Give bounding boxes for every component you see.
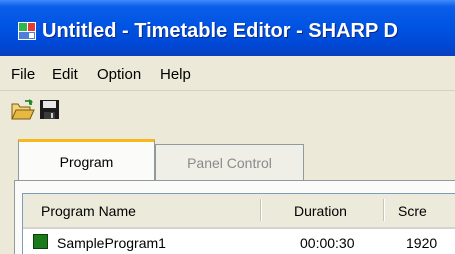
app-icon bbox=[18, 22, 36, 40]
menu-edit[interactable]: Edit bbox=[52, 66, 78, 83]
tab-panel-control[interactable]: Panel Control bbox=[155, 144, 304, 181]
tab-strip: Program Panel Control bbox=[0, 131, 455, 181]
screen-cell: 1920 bbox=[406, 235, 438, 251]
column-header-program-name[interactable]: Program Name bbox=[23, 194, 260, 227]
save-disk-icon bbox=[40, 100, 59, 119]
column-header-label: Duration bbox=[294, 203, 347, 219]
menu-bar: File Edit Option Help bbox=[0, 56, 455, 91]
tab-program-label: Program bbox=[59, 154, 114, 170]
menu-file[interactable]: File bbox=[11, 66, 35, 83]
column-header-label: Scre bbox=[398, 203, 427, 219]
program-list: Program Name Duration Scre SampleProgram… bbox=[22, 193, 455, 254]
app-window: Untitled - Timetable Editor - SHARP D Fi… bbox=[0, 0, 455, 254]
list-header: Program Name Duration Scre bbox=[23, 194, 455, 229]
open-button[interactable] bbox=[11, 99, 35, 121]
save-button[interactable] bbox=[38, 99, 62, 121]
table-row[interactable]: SampleProgram1 00:00:30 1920 bbox=[23, 229, 455, 254]
toolbar bbox=[0, 91, 455, 131]
column-header-screen[interactable]: Scre bbox=[384, 194, 455, 227]
program-status-icon bbox=[33, 234, 48, 249]
tab-program[interactable]: Program bbox=[18, 139, 155, 181]
window-title: Untitled - Timetable Editor - SHARP D bbox=[42, 20, 398, 42]
menu-option[interactable]: Option bbox=[97, 66, 141, 83]
duration-cell: 00:00:30 bbox=[300, 235, 355, 251]
tab-panel-control-label: Panel Control bbox=[187, 155, 272, 171]
open-folder-icon bbox=[11, 99, 35, 120]
column-header-duration[interactable]: Duration bbox=[261, 194, 383, 227]
title-bar[interactable]: Untitled - Timetable Editor - SHARP D bbox=[0, 0, 455, 56]
column-header-label: Program Name bbox=[41, 203, 136, 219]
menu-help[interactable]: Help bbox=[160, 66, 191, 83]
program-name-cell: SampleProgram1 bbox=[57, 235, 166, 251]
